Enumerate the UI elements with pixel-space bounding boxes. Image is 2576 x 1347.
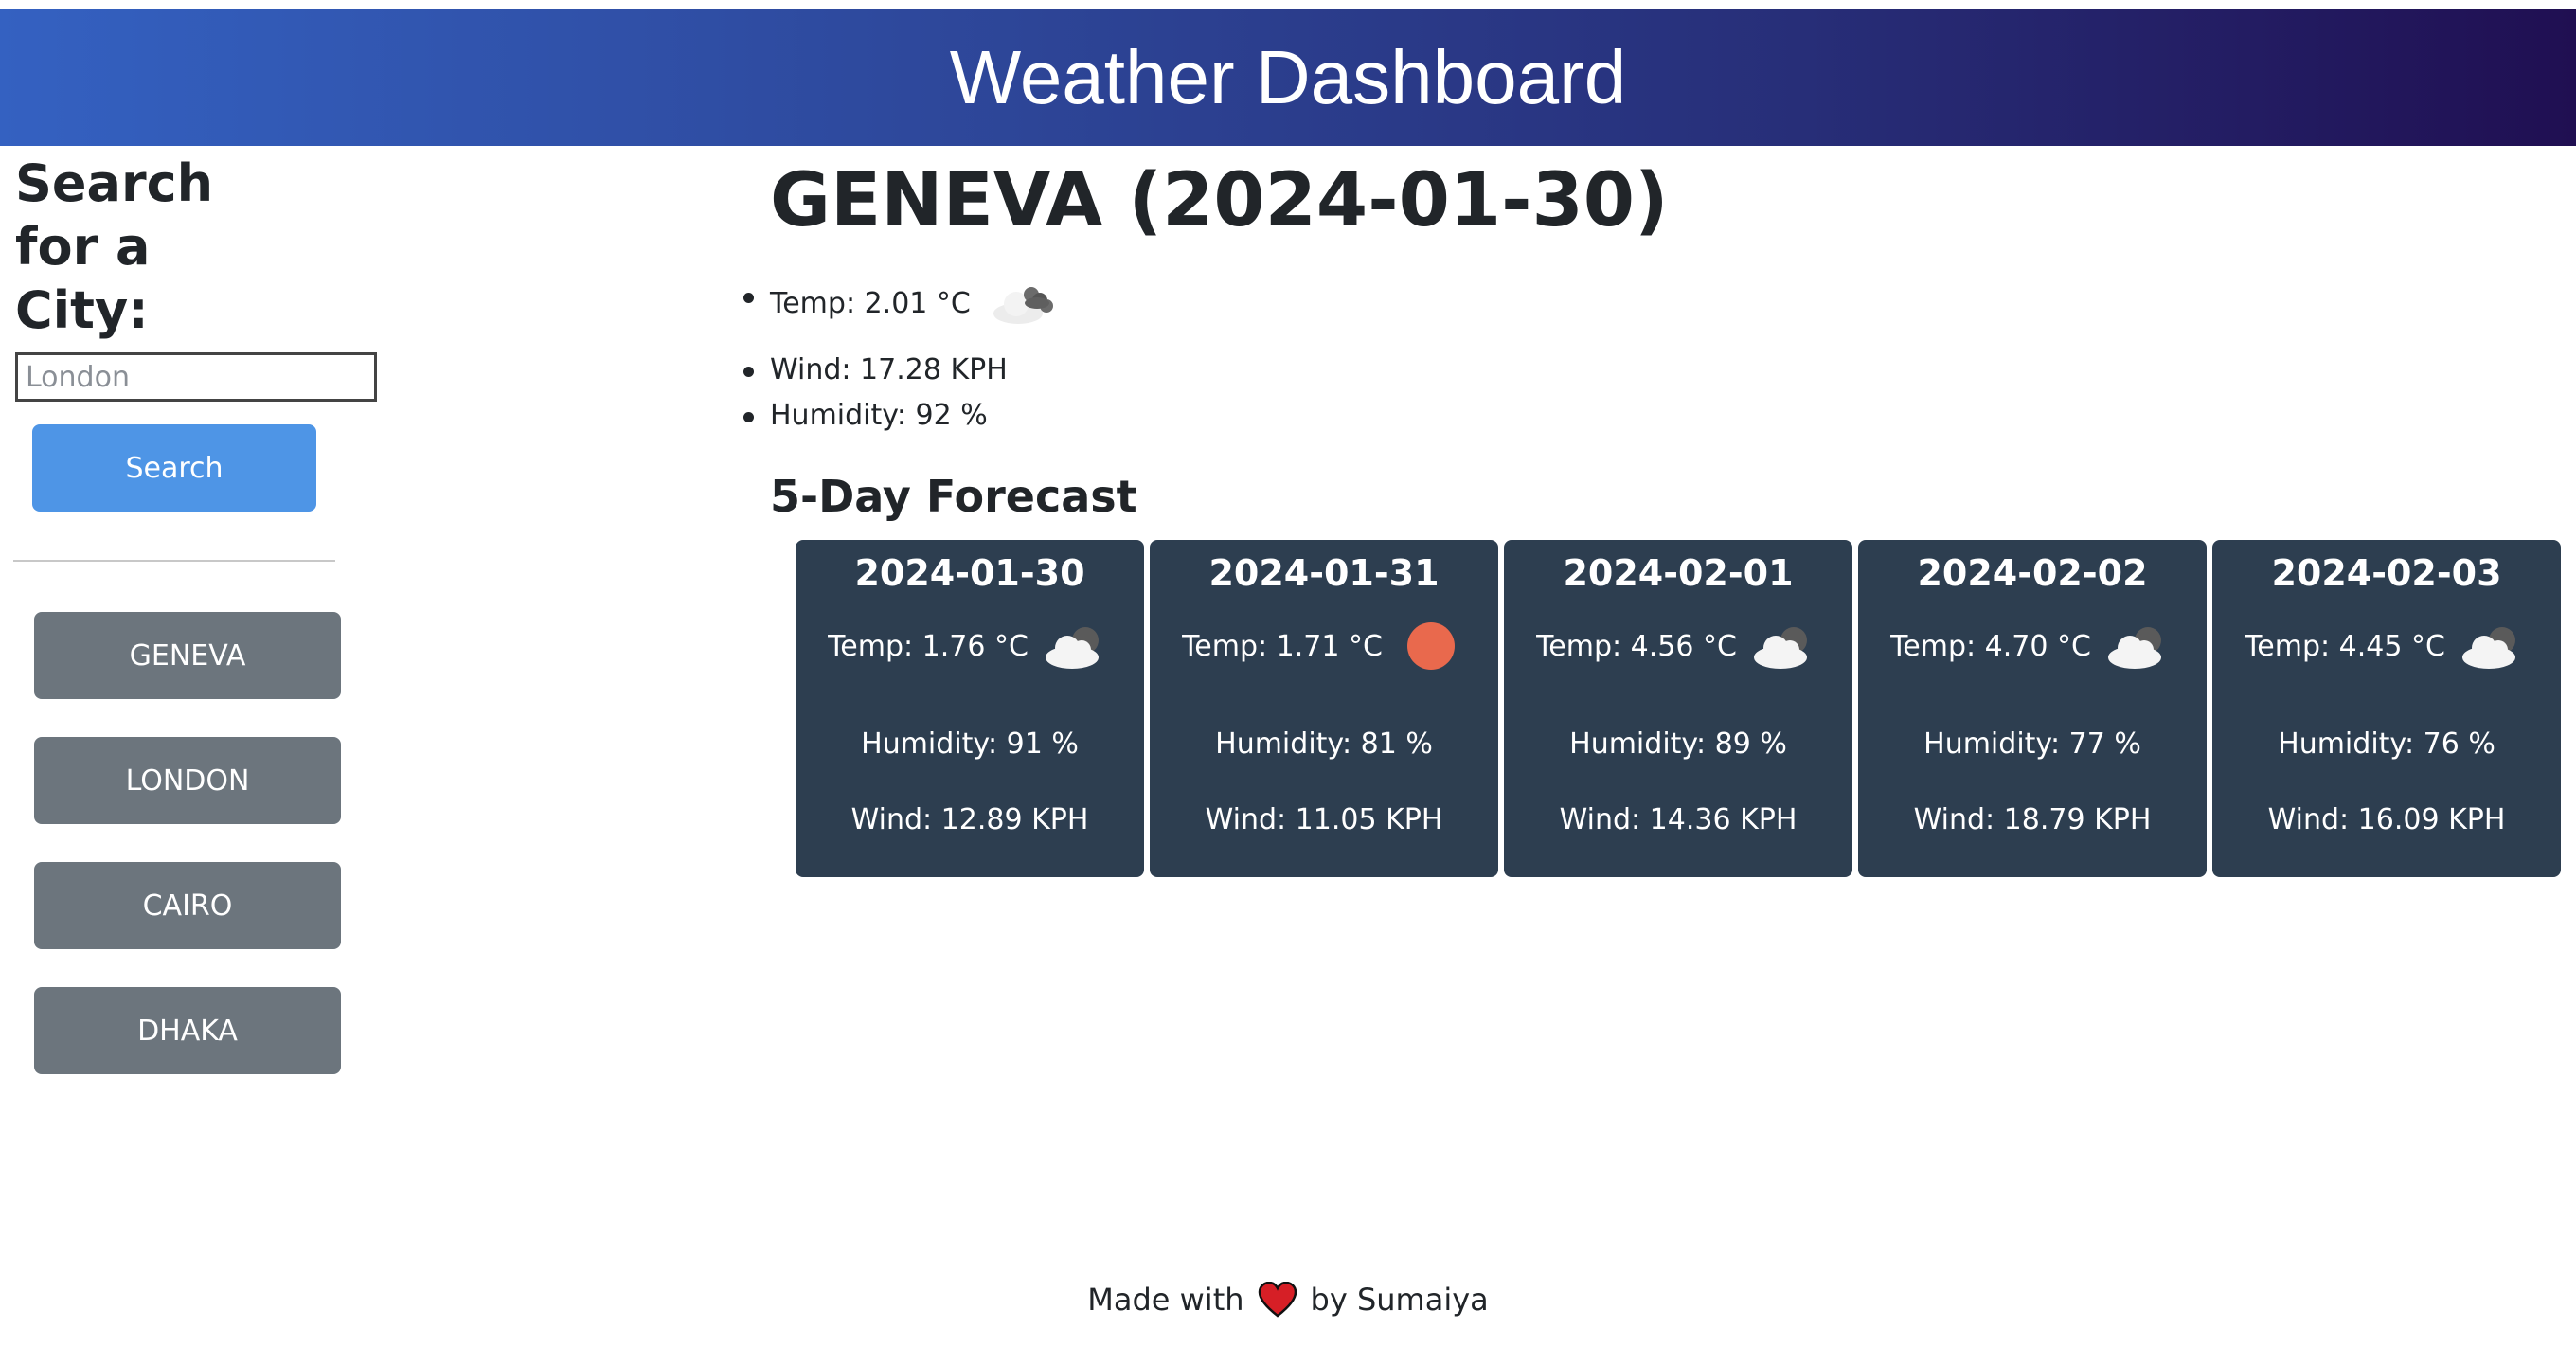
- forecast-date: 2024-02-02: [1917, 552, 2148, 594]
- heart-icon: [1258, 1282, 1297, 1318]
- forecast-temp: Temp: 1.76 °C: [828, 629, 1029, 663]
- current-humidity: Humidity: 92 %: [770, 399, 988, 432]
- history-city-button[interactable]: CAIRO: [34, 862, 341, 949]
- cloud-icon: [1753, 627, 1807, 669]
- history-city-button[interactable]: LONDON: [34, 737, 341, 824]
- forecast-temp-row: Temp: 4.45 °C: [2212, 618, 2561, 674]
- forecast-wind: Wind: 14.36 KPH: [1559, 803, 1798, 836]
- forecast-card: 2024-01-30 Temp: 1.76 °C Humidity: 91 % …: [796, 540, 1144, 877]
- forecast-card: 2024-02-02 Temp: 4.70 °C Humidity: 77 % …: [1858, 540, 2207, 877]
- forecast-wind: Wind: 11.05 KPH: [1205, 803, 1443, 836]
- forecast-wind: Wind: 16.09 KPH: [2267, 803, 2506, 836]
- main-content: GENEVA (2024-01-30) Temp: 2.01 °C Wind: …: [720, 146, 2576, 1093]
- page-footer: Made with by Sumaiya: [0, 1279, 2576, 1320]
- forecast-card: 2024-02-01 Temp: 4.56 °C Humidity: 89 % …: [1504, 540, 1852, 877]
- forecast-date: 2024-02-03: [2271, 552, 2502, 594]
- current-humidity-item: Humidity: 92 %: [743, 397, 988, 435]
- forecast-cards: 2024-01-30 Temp: 1.76 °C Humidity: 91 % …: [796, 540, 2563, 879]
- sidebar-divider: [13, 560, 335, 562]
- forecast-date: 2024-01-31: [1208, 552, 1440, 594]
- app-header: Weather Dashboard: [0, 9, 2576, 146]
- current-wind-item: Wind: 17.28 KPH: [743, 351, 1008, 389]
- current-city-title: GENEVA (2024-01-30): [770, 158, 1669, 243]
- sun-icon: [1406, 622, 1455, 670]
- current-temp: Temp: 2.01 °C: [770, 287, 971, 320]
- forecast-temp-row: Temp: 1.76 °C: [796, 618, 1144, 674]
- forecast-temp-row: Temp: 4.56 °C: [1504, 618, 1852, 674]
- cloud-icon: [2461, 627, 2515, 669]
- forecast-date: 2024-02-01: [1563, 552, 1794, 594]
- sidebar: Search for a City: Search GENEVA LONDON …: [0, 146, 379, 1188]
- forecast-temp-row: Temp: 4.70 °C: [1858, 618, 2207, 674]
- forecast-humidity: Humidity: 81 %: [1215, 727, 1433, 761]
- current-wind: Wind: 17.28 KPH: [770, 353, 1008, 386]
- forecast-humidity: Humidity: 77 %: [1923, 727, 2141, 761]
- forecast-date: 2024-01-30: [854, 552, 1085, 594]
- forecast-card: 2024-01-31 Temp: 1.71 °C Humidity: 81 % …: [1150, 540, 1498, 877]
- footer-suffix: by Sumaiya: [1310, 1282, 1489, 1318]
- forecast-temp: Temp: 4.45 °C: [2245, 629, 2445, 663]
- forecast-title: 5-Day Forecast: [770, 471, 1137, 522]
- footer-prefix: Made with: [1087, 1282, 1244, 1318]
- cloud-icon: [1045, 627, 1099, 669]
- forecast-temp: Temp: 1.71 °C: [1182, 629, 1383, 663]
- current-temp-item: Temp: 2.01 °C: [743, 278, 1060, 331]
- history-city-button[interactable]: GENEVA: [34, 612, 341, 699]
- forecast-wind: Wind: 18.79 KPH: [1913, 803, 2152, 836]
- forecast-humidity: Humidity: 89 %: [1569, 727, 1787, 761]
- forecast-card: 2024-02-03 Temp: 4.45 °C Humidity: 76 % …: [2212, 540, 2561, 877]
- forecast-temp-row: Temp: 1.71 °C: [1150, 618, 1498, 674]
- forecast-humidity: Humidity: 76 %: [2278, 727, 2496, 761]
- city-search-input[interactable]: [15, 352, 377, 402]
- app-title: Weather Dashboard: [949, 35, 1627, 119]
- search-heading: Search for a City:: [15, 153, 214, 340]
- forecast-wind: Wind: 12.89 KPH: [850, 803, 1089, 836]
- cloudy-night-icon: [993, 287, 1053, 324]
- search-button[interactable]: Search: [32, 424, 316, 512]
- forecast-temp: Temp: 4.70 °C: [1890, 629, 2091, 663]
- forecast-temp: Temp: 4.56 °C: [1536, 629, 1737, 663]
- history-city-button[interactable]: DHAKA: [34, 987, 341, 1074]
- cloud-icon: [2107, 627, 2161, 669]
- forecast-humidity: Humidity: 91 %: [861, 727, 1079, 761]
